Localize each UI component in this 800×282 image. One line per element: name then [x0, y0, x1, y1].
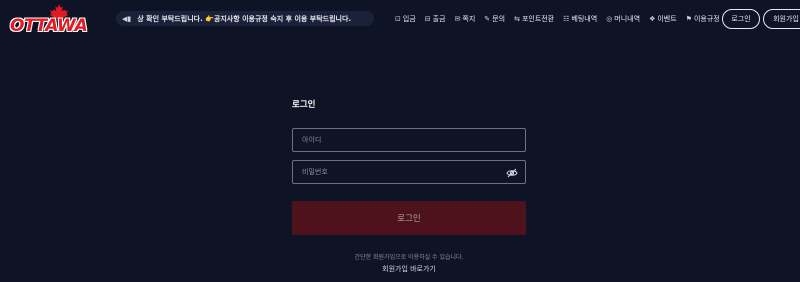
top-header: OTTAWA ◀▮ 상 확인 부탁드립니다. 👉공지사항 이용규정 숙지 후 이… [0, 0, 800, 38]
nav-item-rules[interactable]: ⚑ 이용규정 [686, 14, 720, 24]
betting-icon: ☷ [563, 15, 570, 23]
gift-icon: ❖ [649, 15, 656, 23]
login-submit-button[interactable]: 로그인 [292, 201, 526, 235]
logo[interactable]: OTTAWA [8, 3, 102, 37]
main-nav: ⊡ 입금 ⊟ 출금 ✉ 쪽지 ✎ 문의 ⇆ 포인트전환 ☷ 베팅내역 ◎ 머니내… [395, 12, 729, 26]
header-join-button[interactable]: 회원가입 [763, 9, 800, 29]
nav-label: 쪽지 [462, 15, 476, 23]
convert-icon: ⇆ [514, 15, 520, 23]
username-field-wrapper [292, 128, 526, 152]
nav-item-money-history[interactable]: ◎ 머니내역 [606, 14, 640, 24]
signup-link[interactable]: 회원가입 바로가기 [292, 264, 526, 274]
inquiry-icon: ✎ [484, 15, 491, 23]
marquee-text: 상 확인 부탁드립니다. 👉공지사항 이용규정 숙지 후 이용 부탁드립니다. [137, 14, 352, 23]
eye-slash-icon[interactable] [506, 167, 518, 179]
header-login-button[interactable]: 로그인 [722, 9, 760, 29]
nav-label: 머니내역 [614, 15, 641, 23]
nav-label: 입금 [402, 15, 416, 23]
withdraw-icon: ⊟ [424, 15, 431, 23]
message-icon: ✉ [454, 15, 461, 23]
nav-label: 출금 [432, 15, 446, 23]
nav-label: 문의 [492, 15, 506, 23]
nav-label: 이용규정 [693, 15, 720, 23]
password-field-wrapper [292, 160, 526, 184]
notice-marquee: ◀▮ 상 확인 부탁드립니다. 👉공지사항 이용규정 숙지 후 이용 부탁드립니… [116, 11, 374, 26]
logo-text: OTTAWA [10, 16, 88, 36]
signup-hint: 간단한 회원가입으로 이용하실 수 있습니다. [354, 254, 464, 261]
money-icon: ◎ [606, 15, 613, 23]
nav-item-withdraw[interactable]: ⊟ 출금 [425, 14, 446, 24]
rules-icon: ⚑ [685, 15, 692, 23]
page-title: 로그인 [292, 100, 316, 110]
nav-item-point-convert[interactable]: ⇆ 포인트전환 [514, 14, 554, 24]
password-input[interactable] [302, 168, 502, 176]
deposit-icon: ⊡ [395, 15, 401, 23]
nav-label: 베팅내역 [571, 15, 598, 23]
nav-item-deposit[interactable]: ⊡ 입금 [395, 14, 416, 24]
nav-label: 이벤트 [657, 15, 677, 23]
nav-item-events[interactable]: ❖ 이벤트 [649, 14, 677, 24]
speaker-icon: ◀▮ [122, 14, 132, 23]
nav-item-betting-history[interactable]: ☷ 베팅내역 [563, 14, 597, 24]
nav-label: 포인트전환 [521, 15, 555, 23]
username-input[interactable] [302, 136, 502, 144]
nav-item-messages[interactable]: ✉ 쪽지 [455, 14, 476, 24]
nav-item-inquiry[interactable]: ✎ 문의 [484, 14, 505, 24]
